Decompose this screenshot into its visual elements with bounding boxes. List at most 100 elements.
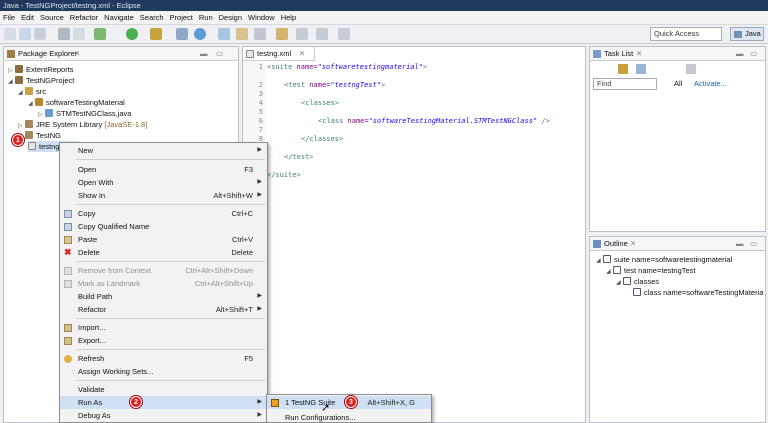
- jre-version-label: [JavaSE-1.8]: [104, 120, 148, 129]
- menu-item-refresh[interactable]: Refresh F5: [60, 352, 267, 365]
- refresh-icon: [64, 355, 72, 363]
- menu-file[interactable]: File: [0, 11, 18, 25]
- code-line[interactable]: <classes>: [301, 99, 339, 107]
- code-line[interactable]: <class name="softwareTestingMaterial.STM…: [318, 117, 550, 125]
- close-tab-icon[interactable]: ✕: [299, 47, 305, 61]
- menu-item-assign-working-sets[interactable]: Assign Working Sets...: [60, 365, 267, 378]
- menu-item-debug-as[interactable]: Debug As ▶: [60, 409, 267, 422]
- collapse-icon[interactable]: ◢: [606, 267, 613, 278]
- code-line[interactable]: <suite name="softwaretestingmaterial">: [267, 63, 427, 71]
- menu-item-new[interactable]: New ▶: [60, 144, 267, 157]
- task-find-input[interactable]: Find: [593, 78, 657, 90]
- menu-item-run-configurations[interactable]: Run Configurations...: [267, 411, 431, 423]
- library-icon: [25, 131, 33, 139]
- collapse-icon[interactable]: ◢: [28, 99, 35, 110]
- task-list-view: Task List ✕ ▬ ▭ Find All Activate...: [589, 46, 766, 232]
- skip-breakpoints-icon[interactable]: [73, 28, 85, 40]
- line-number: 3: [258, 90, 263, 98]
- open-type-icon[interactable]: [218, 28, 230, 40]
- testng-icon: [271, 399, 279, 407]
- code-line[interactable]: <test name="testngTest">: [284, 81, 385, 89]
- package-explorer-tab[interactable]: Package Explorer ✕ ▬ ▭: [4, 47, 238, 61]
- print-icon[interactable]: [34, 28, 46, 40]
- close-tab-icon[interactable]: ✕: [630, 237, 636, 251]
- menu-project[interactable]: Project: [167, 11, 196, 25]
- menu-item-open-with[interactable]: Open With ▶: [60, 176, 267, 189]
- menu-separator: [76, 261, 265, 262]
- menu-navigate[interactable]: Navigate: [101, 11, 137, 25]
- menu-design[interactable]: Design: [216, 11, 245, 25]
- menu-item-delete[interactable]: ✖ Delete Delete: [60, 246, 267, 259]
- prev-edit-icon[interactable]: [296, 28, 308, 40]
- filter-icon[interactable]: [686, 64, 696, 74]
- menu-item-run-as[interactable]: Run As ▶: [60, 396, 267, 409]
- search-icon[interactable]: [254, 28, 266, 40]
- task-all-link[interactable]: All: [674, 79, 682, 88]
- outline-item-label: suite name=softwaretestingmaterial: [614, 255, 733, 264]
- collapse-icon[interactable]: ◢: [18, 88, 25, 99]
- submenu-arrow-icon: ▶: [257, 412, 262, 418]
- collapse-icon[interactable]: ◢: [616, 278, 623, 289]
- menu-help[interactable]: Help: [278, 11, 299, 25]
- menu-bar: File Edit Source Refactor Navigate Search Proj…: [0, 11, 768, 25]
- run-last-icon[interactable]: [94, 28, 106, 40]
- minimize-icon[interactable]: ▬: [200, 47, 208, 61]
- menu-item-import[interactable]: Import...: [60, 321, 267, 334]
- open-task-icon[interactable]: [236, 28, 248, 40]
- maximize-icon[interactable]: ▭: [216, 47, 223, 61]
- menu-item-copy-qualified-name[interactable]: Copy Qualified Name: [60, 220, 267, 233]
- menu-item-show-in[interactable]: Show In Alt+Shift+W ▶: [60, 189, 267, 202]
- new-icon[interactable]: [4, 28, 16, 40]
- annotation-icon[interactable]: [276, 28, 288, 40]
- code-line[interactable]: </classes>: [301, 135, 343, 143]
- task-list-tab[interactable]: Task List ✕ ▬ ▭: [590, 47, 765, 61]
- outline-tab-label: Outline: [604, 239, 628, 248]
- code-line[interactable]: </suite>: [267, 171, 301, 179]
- menu-item-build-path[interactable]: Build Path ▶: [60, 290, 267, 303]
- menu-search[interactable]: Search: [137, 11, 167, 25]
- collapse-icon[interactable]: ◢: [8, 77, 15, 88]
- project-icon: [15, 65, 23, 73]
- editor-tab-label: testng.xml: [257, 49, 292, 58]
- close-tab-icon[interactable]: ✕: [636, 47, 642, 61]
- run-icon[interactable]: [126, 28, 138, 40]
- quick-access-field[interactable]: Quick Access: [650, 27, 722, 41]
- java-perspective-button[interactable]: Java: [730, 27, 764, 41]
- menu-item-open[interactable]: Open F3: [60, 163, 267, 176]
- new-task-icon[interactable]: [618, 64, 628, 74]
- menu-item-refactor[interactable]: Refactor Alt+Shift+T ▶: [60, 303, 267, 316]
- copy-qualified-icon: [64, 223, 72, 231]
- menu-window[interactable]: Window: [245, 11, 278, 25]
- submenu-arrow-icon: ▶: [257, 293, 262, 299]
- forward-icon[interactable]: [338, 28, 350, 40]
- menu-item-validate[interactable]: Validate: [60, 383, 267, 396]
- collapse-icon[interactable]: ◢: [596, 256, 603, 267]
- menu-source[interactable]: Source: [37, 11, 67, 25]
- minimize-icon[interactable]: ▬: [736, 47, 744, 61]
- menu-item-export[interactable]: Export...: [60, 334, 267, 347]
- menu-edit[interactable]: Edit: [18, 11, 37, 25]
- code-line[interactable]: </test>: [284, 153, 314, 161]
- save-icon[interactable]: [19, 28, 31, 40]
- minimize-icon[interactable]: ▬: [736, 237, 744, 251]
- new-package-icon[interactable]: [194, 28, 206, 40]
- landmark-icon: [64, 280, 72, 288]
- menu-refactor[interactable]: Refactor: [67, 11, 101, 25]
- delete-icon: ✖: [64, 247, 72, 257]
- editor-tab-testng-xml[interactable]: testng.xml ✕: [243, 47, 315, 61]
- maximize-icon[interactable]: ▭: [750, 237, 757, 251]
- back-icon[interactable]: [316, 28, 328, 40]
- new-java-project-icon[interactable]: [176, 28, 188, 40]
- outline-tab[interactable]: Outline ✕ ▬ ▭: [590, 237, 765, 251]
- external-tools-icon[interactable]: [150, 28, 162, 40]
- maximize-icon[interactable]: ▭: [750, 47, 757, 61]
- menu-item-paste[interactable]: Paste Ctrl+V: [60, 233, 267, 246]
- debug-icon[interactable]: [58, 28, 70, 40]
- menu-item-copy[interactable]: Copy Ctrl+C: [60, 207, 267, 220]
- outline-item-class[interactable]: class name=softwareTestingMateria: [633, 287, 763, 298]
- task-activate-link[interactable]: Activate...: [694, 79, 727, 88]
- tree-item-label: ExtentReports: [26, 65, 74, 74]
- close-tab-icon[interactable]: ✕: [74, 47, 80, 61]
- categorize-icon[interactable]: [636, 64, 646, 74]
- menu-run[interactable]: Run: [196, 11, 216, 25]
